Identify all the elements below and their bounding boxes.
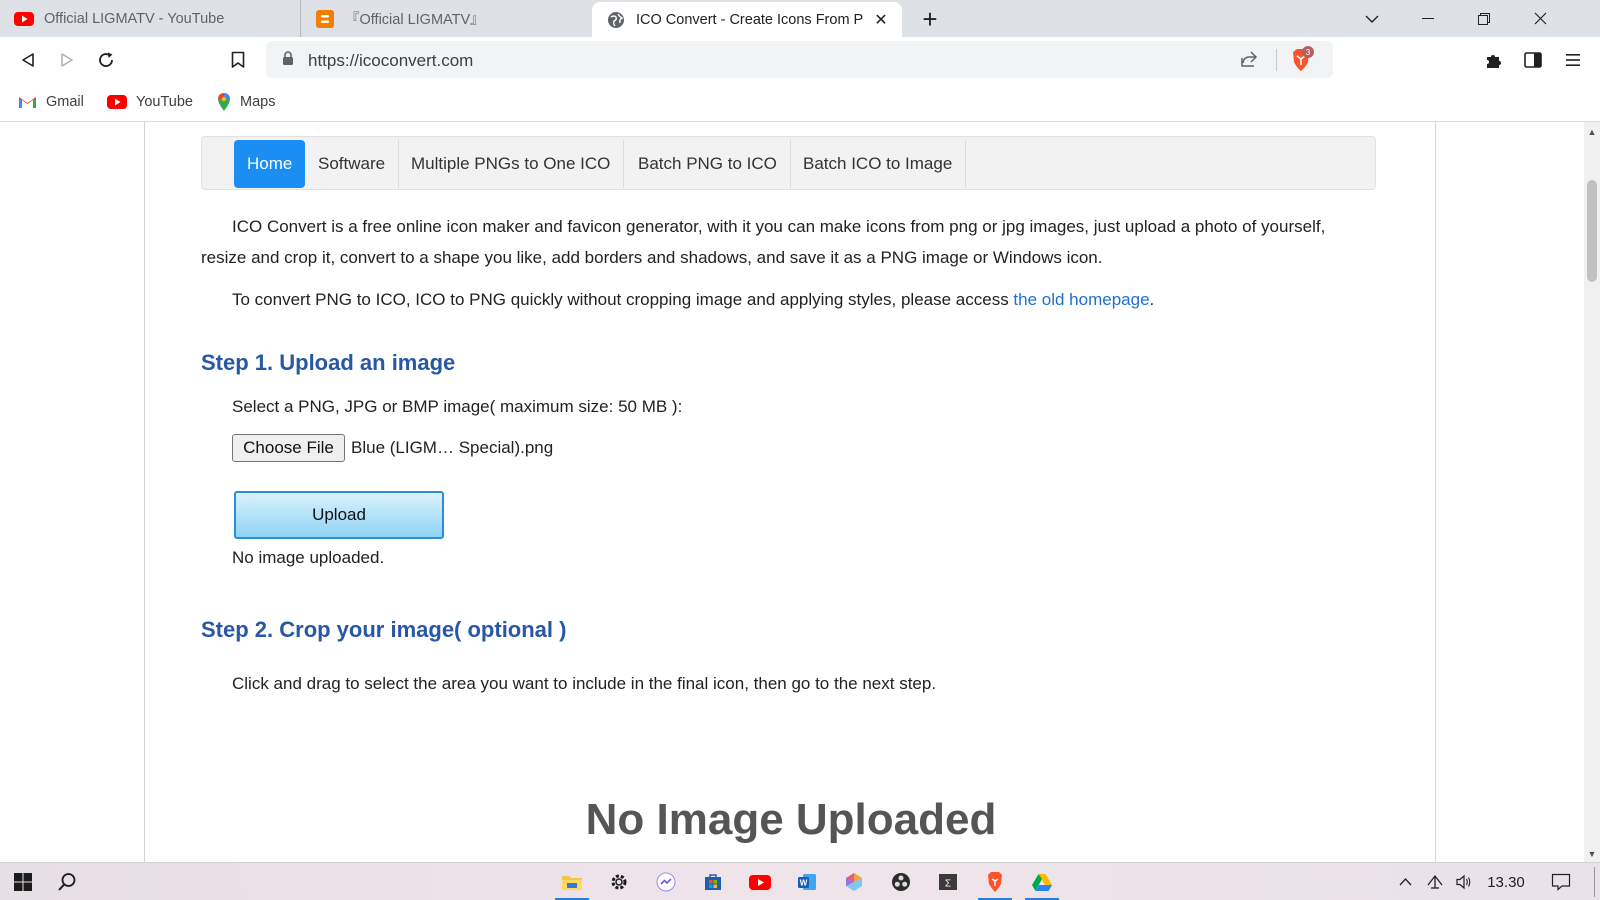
show-hidden-icons-chevron-icon[interactable]: [1394, 863, 1416, 900]
windows-taskbar: W Σ 13.30: [0, 862, 1600, 900]
lock-icon: [282, 51, 294, 71]
intro-paragraph: ICO Convert is a free online icon maker …: [201, 217, 1326, 267]
youtube-icon[interactable]: [737, 863, 783, 900]
bookmark-label: YouTube: [136, 94, 193, 110]
url-text: https://icoconvert.com: [308, 51, 474, 70]
nav-batch-ico-to-image[interactable]: Batch ICO to Image: [790, 140, 967, 188]
tab-title: ICO Convert - Create Icons From P: [636, 11, 864, 28]
nav-batch-png-to-ico[interactable]: Batch PNG to ICO: [625, 140, 791, 188]
minimize-button[interactable]: [1400, 0, 1456, 37]
network-icon[interactable]: [1424, 863, 1446, 900]
tab-title: Official LIGMATV - YouTube: [44, 10, 225, 27]
selected-file-name: Blue (LIGM… Special).png: [351, 438, 554, 457]
tab-strip: Official LIGMATV - YouTube 『Official LIG…: [0, 0, 1600, 37]
file-explorer-icon[interactable]: [549, 863, 595, 900]
step2-heading: Step 2. Crop your image( optional ): [201, 617, 567, 642]
google-drive-icon[interactable]: [1019, 863, 1065, 900]
nav-multiple-pngs-to-one-ico[interactable]: Multiple PNGs to One ICO: [398, 140, 625, 188]
bookmarks-bar: Gmail YouTube Maps: [0, 83, 1600, 122]
omnibox-divider: [1276, 49, 1277, 71]
extensions-puzzle-icon[interactable]: [1478, 44, 1510, 76]
sidebar-toggle-icon[interactable]: [1517, 44, 1549, 76]
word-icon[interactable]: W: [784, 863, 830, 900]
clock[interactable]: 13.30: [1484, 863, 1528, 900]
close-window-button[interactable]: [1512, 0, 1568, 37]
settings-icon[interactable]: [596, 863, 642, 900]
old-homepage-period: .: [1149, 290, 1155, 309]
tab-title: 『Official LIGMATV』: [345, 12, 485, 28]
old-homepage-link[interactable]: the old homepage: [1013, 290, 1149, 309]
youtube-icon: [14, 9, 34, 29]
notifications-icon[interactable]: [1546, 863, 1576, 900]
tab-blogger[interactable]: 『Official LIGMATV』: [300, 0, 592, 37]
page-viewport: Home Software Multiple PNGs to One ICO B…: [0, 122, 1584, 862]
step1-heading: Step 1. Upload an image: [201, 350, 456, 375]
globe-icon: [606, 10, 626, 30]
bookmark-label: Maps: [240, 94, 276, 110]
blogger-icon: [315, 9, 335, 29]
bookmark-youtube[interactable]: YouTube: [107, 91, 193, 113]
youtube-icon: [107, 95, 127, 109]
brave-badge: 3: [1306, 48, 1311, 57]
brave-shields-icon[interactable]: 3: [1287, 46, 1315, 79]
page-scrollbar[interactable]: ▲ ▼: [1584, 122, 1600, 862]
address-bar[interactable]: https://icoconvert.com 3: [266, 41, 1333, 78]
store-icon[interactable]: [690, 863, 736, 900]
page-content: Home Software Multiple PNGs to One ICO B…: [144, 122, 1436, 862]
back-button[interactable]: [12, 44, 44, 76]
upload-status: No image uploaded.: [232, 548, 385, 567]
bookmark-icon[interactable]: [222, 44, 254, 76]
reload-button[interactable]: [90, 44, 122, 76]
messenger-icon[interactable]: [643, 863, 689, 900]
volume-icon[interactable]: [1452, 863, 1476, 900]
restore-button[interactable]: [1456, 0, 1512, 37]
obs-icon[interactable]: [878, 863, 924, 900]
new-tab-button[interactable]: +: [915, 4, 945, 34]
tab-search-chevron-icon[interactable]: [1344, 0, 1400, 37]
terminal-icon[interactable]: Σ: [925, 863, 971, 900]
scroll-thumb[interactable]: [1587, 180, 1597, 282]
choose-file-button[interactable]: Choose File: [232, 434, 345, 462]
svg-text:Σ: Σ: [945, 879, 951, 890]
close-tab-icon[interactable]: ✕: [868, 7, 894, 33]
old-homepage-paragraph: To convert PNG to ICO, ICO to PNG quickl…: [201, 284, 1366, 315]
upload-button[interactable]: Upload: [234, 491, 444, 539]
bookmark-maps[interactable]: Maps: [217, 91, 275, 113]
nav-software[interactable]: Software: [305, 140, 400, 188]
gmail-icon: [18, 95, 37, 109]
windows-start-icon[interactable]: [0, 863, 46, 900]
step1-label: Select a PNG, JPG or BMP image( maximum …: [232, 397, 683, 416]
tab-icoconvert[interactable]: ICO Convert - Create Icons From P ✕: [592, 2, 902, 37]
bookmark-label: Gmail: [46, 94, 84, 110]
scroll-down-arrow-icon[interactable]: ▼: [1584, 848, 1600, 860]
menu-icon[interactable]: [1557, 44, 1589, 76]
svg-text:W: W: [800, 879, 808, 888]
share-icon[interactable]: [1239, 49, 1259, 74]
old-homepage-text: To convert PNG to ICO, ICO to PNG quickl…: [232, 290, 1014, 309]
brave-icon[interactable]: [972, 863, 1018, 900]
scroll-up-arrow-icon[interactable]: ▲: [1584, 126, 1600, 138]
tab-youtube[interactable]: Official LIGMATV - YouTube: [0, 0, 300, 37]
photos-icon[interactable]: [831, 863, 877, 900]
show-desktop-divider[interactable]: [1594, 867, 1595, 897]
forward-button[interactable]: [51, 44, 83, 76]
maps-icon: [217, 92, 231, 112]
search-icon[interactable]: [44, 863, 90, 900]
step2-instruction: Click and drag to select the area you wa…: [232, 674, 937, 693]
nav-home[interactable]: Home: [234, 140, 306, 188]
site-navbar: Home Software Multiple PNGs to One ICO B…: [201, 136, 1376, 190]
browser-toolbar: https://icoconvert.com 3: [0, 37, 1600, 83]
crop-area-placeholder: No Image Uploaded: [585, 795, 997, 844]
bookmark-gmail[interactable]: Gmail: [18, 91, 84, 113]
